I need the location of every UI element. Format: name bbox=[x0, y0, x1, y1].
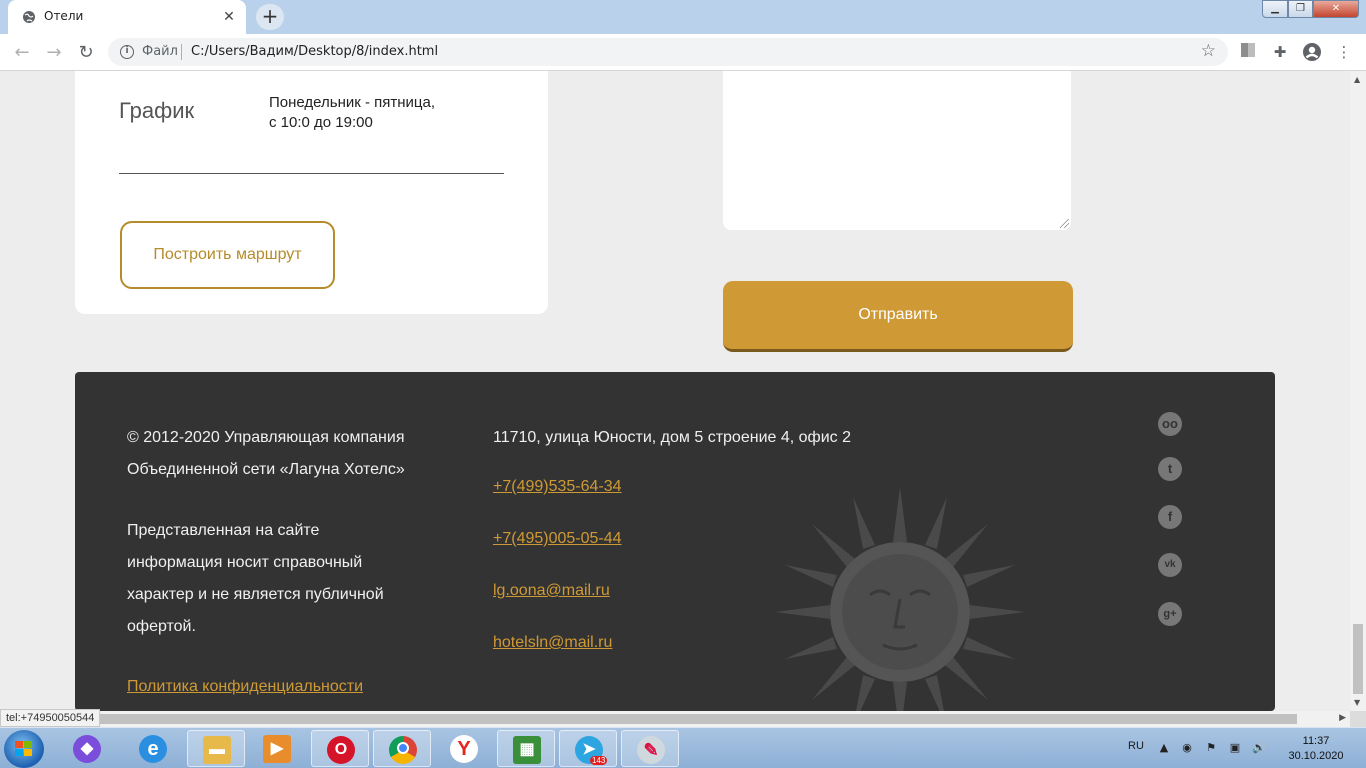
media-player-icon[interactable]: ▶ bbox=[248, 730, 306, 767]
schedule-label: График bbox=[119, 98, 195, 123]
email-link[interactable]: hotelsln@mail.ru bbox=[493, 634, 612, 652]
page-viewport: График Понедельник - пятница, с 10:0 до … bbox=[0, 71, 1350, 711]
copyright-text: © 2012-2020 Управляющая компания Объедин… bbox=[127, 422, 447, 486]
phone-link[interactable]: +7(499)535-64-34 bbox=[493, 478, 622, 496]
horizontal-scroll-thumb[interactable] bbox=[100, 714, 1297, 724]
show-hidden-icons-icon[interactable]: ▲ bbox=[1157, 741, 1171, 755]
footer: © 2012-2020 Управляющая компания Объедин… bbox=[75, 372, 1275, 711]
file-explorer-icon[interactable]: ▬ bbox=[187, 730, 245, 767]
scroll-down-icon[interactable]: ▼ bbox=[1354, 698, 1360, 707]
twitter-icon[interactable]: t bbox=[1158, 457, 1182, 481]
sun-emblem-image bbox=[775, 487, 1025, 711]
privacy-policy-link[interactable]: Политика конфиденциальности bbox=[127, 678, 363, 696]
tripadvisor-icon[interactable]: oo bbox=[1158, 412, 1182, 436]
url-text[interactable]: C:/Users/Вадим/Desktop/8/index.html bbox=[191, 44, 438, 59]
scroll-right-icon[interactable]: ▶ bbox=[1339, 713, 1346, 723]
scrollbar-corner bbox=[1350, 711, 1366, 727]
url-divider bbox=[181, 44, 182, 60]
spreadsheet-app-icon[interactable]: ▦ bbox=[497, 730, 555, 767]
send-button[interactable]: Отправить bbox=[723, 281, 1073, 352]
windows-logo-icon bbox=[15, 741, 32, 756]
disclaimer-line: информация носит справочный bbox=[127, 554, 363, 571]
copyright-line: Объединенной сети «Лагуна Хотелс» bbox=[127, 461, 405, 478]
divider bbox=[119, 173, 504, 174]
tab-strip: Отели ✕ + ▁ ❐ ✕ bbox=[0, 0, 1366, 34]
address-bar[interactable]: i Файл C:/Users/Вадим/Desktop/8/index.ht… bbox=[108, 38, 1228, 66]
schedule-value: Понедельник - пятница, с 10:0 до 19:00 bbox=[269, 93, 435, 133]
yandex-browser-icon[interactable]: Y bbox=[435, 730, 493, 767]
url-scheme-label: Файл bbox=[142, 44, 178, 59]
globe-icon bbox=[23, 11, 35, 23]
disclaimer-line: Представленная на сайте bbox=[127, 522, 320, 539]
scroll-up-icon[interactable]: ▲ bbox=[1354, 75, 1360, 84]
maximize-window-button[interactable]: ❐ bbox=[1288, 0, 1313, 18]
schedule-hours: с 10:0 до 19:00 bbox=[269, 114, 373, 131]
start-button[interactable] bbox=[4, 730, 44, 768]
address-text: 11710, улица Юности, дом 5 строение 4, о… bbox=[493, 429, 851, 446]
language-indicator[interactable]: RU bbox=[1128, 740, 1144, 752]
disclaimer-line: характер и не является публичной bbox=[127, 586, 384, 603]
browser-tab[interactable]: Отели ✕ bbox=[8, 0, 246, 34]
link-status-tooltip: tel:+74950050544 bbox=[0, 709, 101, 727]
vertical-scroll-thumb[interactable] bbox=[1353, 624, 1363, 694]
build-route-button[interactable]: Построить маршрут bbox=[120, 221, 335, 289]
close-window-button[interactable]: ✕ bbox=[1313, 0, 1359, 18]
paint-app-icon[interactable]: ✎ bbox=[621, 730, 679, 767]
back-arrow-icon[interactable]: ← bbox=[8, 39, 36, 67]
internet-explorer-icon[interactable]: e bbox=[124, 730, 182, 767]
network-icon[interactable]: ▣ bbox=[1228, 741, 1242, 755]
facebook-icon[interactable]: f bbox=[1158, 505, 1182, 529]
horizontal-scrollbar[interactable]: ▶ bbox=[0, 711, 1350, 727]
new-tab-button[interactable]: + bbox=[256, 4, 284, 30]
bookmark-star-icon[interactable]: ☆ bbox=[1201, 41, 1216, 61]
forward-arrow-icon[interactable]: → bbox=[40, 39, 68, 67]
disclaimer-line: офертой. bbox=[127, 618, 196, 635]
system-clock[interactable]: 11:37 30.10.2020 bbox=[1280, 734, 1352, 764]
clock-time: 11:37 bbox=[1302, 735, 1330, 747]
browser-toolbar: ← → ↻ i Файл C:/Users/Вадим/Desktop/8/in… bbox=[0, 34, 1366, 71]
message-textarea[interactable] bbox=[723, 71, 1071, 230]
resize-grip-icon[interactable] bbox=[1060, 219, 1069, 228]
clock-date: 30.10.2020 bbox=[1288, 750, 1344, 762]
extensions-puzzle-icon[interactable]: ✚ bbox=[1270, 42, 1290, 62]
extension-square-icon[interactable] bbox=[1238, 42, 1258, 62]
copyright-line: © 2012-2020 Управляющая компания bbox=[127, 429, 405, 446]
volume-icon[interactable]: 🔊 bbox=[1252, 741, 1266, 755]
vk-icon[interactable]: vk bbox=[1158, 553, 1182, 577]
info-icon[interactable]: i bbox=[120, 45, 134, 59]
opera-icon[interactable]: O bbox=[311, 730, 369, 767]
telegram-icon[interactable]: ➤ 143 bbox=[559, 730, 617, 767]
alice-app-icon[interactable]: ◆ bbox=[58, 730, 116, 767]
profile-avatar-icon[interactable] bbox=[1302, 42, 1322, 62]
contacts-card: График Понедельник - пятница, с 10:0 до … bbox=[75, 71, 548, 314]
update-tray-icon[interactable]: ◉ bbox=[1180, 741, 1194, 755]
flag-tray-icon[interactable]: ⚑ bbox=[1204, 741, 1218, 755]
browser-menu-icon[interactable]: ⋮ bbox=[1334, 42, 1354, 62]
close-tab-icon[interactable]: ✕ bbox=[220, 8, 238, 26]
tab-title: Отели bbox=[44, 9, 84, 23]
windows-taskbar: ◆ e ▬ ▶ O Y ▦ ➤ 143 ✎ RU ▲ ◉ ⚑ ▣ 🔊 11:37… bbox=[0, 727, 1366, 768]
telegram-unread-badge: 143 bbox=[590, 756, 608, 765]
vertical-scrollbar[interactable]: ▲ ▼ bbox=[1350, 71, 1366, 711]
google-plus-icon[interactable]: g+ bbox=[1158, 602, 1182, 626]
chrome-icon[interactable] bbox=[373, 730, 431, 767]
schedule-days: Понедельник - пятница, bbox=[269, 94, 436, 111]
reload-icon[interactable]: ↻ bbox=[72, 39, 100, 67]
phone-link[interactable]: +7(495)005-05-44 bbox=[493, 530, 622, 548]
disclaimer-text: Представленная на сайте информация носит… bbox=[127, 515, 417, 643]
minimize-window-button[interactable]: ▁ bbox=[1262, 0, 1288, 18]
email-link[interactable]: lg.oona@mail.ru bbox=[493, 582, 610, 600]
